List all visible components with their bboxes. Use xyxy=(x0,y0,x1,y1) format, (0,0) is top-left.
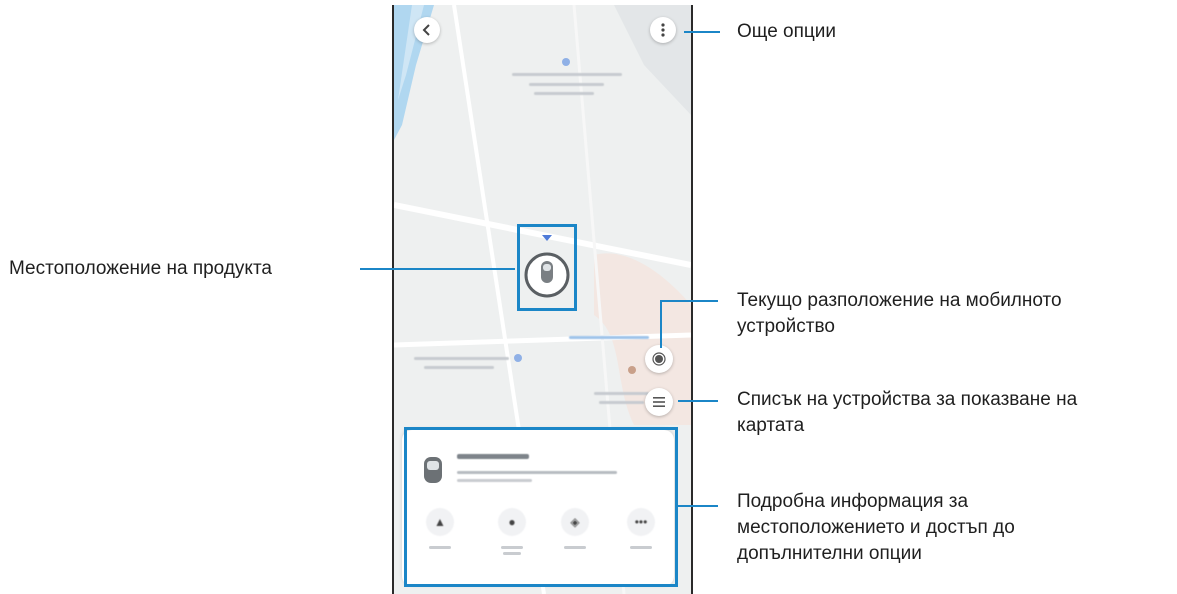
product-location-pin-icon[interactable] xyxy=(520,227,574,308)
leader-current-location xyxy=(660,300,718,302)
product-location-highlight xyxy=(517,224,577,311)
callout-details-line3: допълнителни опции xyxy=(737,543,922,564)
more-options-icon xyxy=(661,23,665,37)
callout-device-list: Списък на устройства за показване на кар… xyxy=(737,387,1077,439)
back-arrow-icon xyxy=(422,24,430,36)
back-button[interactable] xyxy=(414,17,440,43)
callout-details-line1: Подробна информация за xyxy=(737,491,969,512)
callout-device-list-line2: картата xyxy=(737,415,805,436)
callout-details-line2: местоположението и достъп до xyxy=(737,517,1015,538)
device-list-icon xyxy=(653,397,665,407)
leader-current-location-stem xyxy=(660,300,662,348)
details-highlight xyxy=(404,427,678,587)
current-location-button[interactable] xyxy=(645,345,673,373)
leader-product-location xyxy=(360,268,515,270)
callout-current-location: Текущо разположение на мобилното устройс… xyxy=(737,288,1062,340)
callout-current-location-line1: Текущо разположение на мобилното xyxy=(737,290,1062,311)
callout-details: Подробна информация за местоположението … xyxy=(737,489,1015,567)
more-options-button[interactable] xyxy=(650,17,676,43)
callout-more-options: Още опции xyxy=(737,21,837,42)
leader-device-list xyxy=(678,400,718,402)
callout-current-location-line2: устройство xyxy=(737,316,835,337)
device-list-button[interactable] xyxy=(645,388,673,416)
my-location-icon xyxy=(652,352,666,366)
leader-details xyxy=(678,505,718,507)
leader-more-options xyxy=(684,31,720,33)
callout-device-list-line1: Списък на устройства за показване на xyxy=(737,389,1078,410)
callout-product-location: Местоположение на продукта xyxy=(9,258,272,279)
